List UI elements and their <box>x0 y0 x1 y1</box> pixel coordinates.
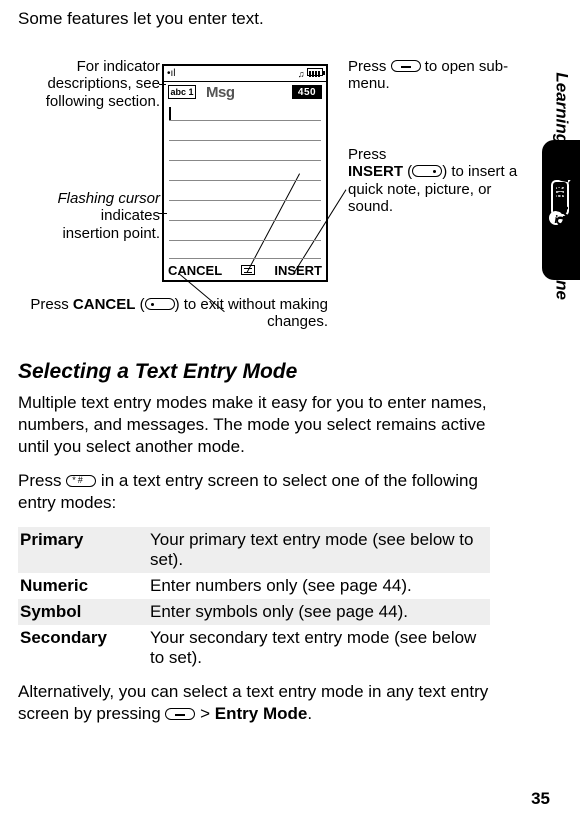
mode-desc: Enter symbols only (see page 44). <box>148 599 490 625</box>
table-row: Primary Your primary text entry mode (se… <box>18 527 490 573</box>
p2pre: Press <box>18 471 66 490</box>
phone-screen: abc 1 Msg 450 CANCEL INSERT <box>162 64 328 282</box>
mode-name: Numeric <box>18 573 148 599</box>
cancel-p1: ( <box>135 296 144 313</box>
cancel-p2: ) to exit without making changes. <box>175 296 328 330</box>
diagram: For indicator descriptions, see followin… <box>18 50 490 340</box>
mode-desc: Your primary text entry mode (see below … <box>148 527 490 573</box>
p3sep: > <box>195 704 214 723</box>
softkey-row: CANCEL INSERT <box>164 260 326 280</box>
entry-mode-table: Primary Your primary text entry mode (se… <box>18 527 490 671</box>
battery-icon <box>307 68 323 76</box>
softkey-left[interactable]: CANCEL <box>168 263 222 278</box>
insert-pre: Press <box>348 146 386 163</box>
section-heading: Selecting a Text Entry Mode <box>18 360 490 384</box>
side-section-label: Learning to Use Your Phone <box>552 72 572 300</box>
text-cursor <box>169 107 171 120</box>
vibrate-icon <box>298 69 305 79</box>
softkey-menu-icon[interactable] <box>241 265 255 275</box>
mode-name: Primary <box>18 527 148 573</box>
callout-open-submenu: Press to open sub-menu. <box>348 58 518 93</box>
table-row: Secondary Your secondary text entry mode… <box>18 625 490 671</box>
screen-title: Msg <box>196 84 292 101</box>
mode-desc: Enter numbers only (see page 44). <box>148 573 490 599</box>
cursor-italic: Flashing cursor <box>57 190 160 207</box>
right-softkey-icon <box>412 165 442 177</box>
entry-mode-menu-item: Entry Mode <box>215 704 308 723</box>
softkey-right[interactable]: INSERT <box>274 263 322 278</box>
insert-label: INSERT <box>348 163 403 180</box>
para-press-hash: Press in a text entry screen to select o… <box>18 470 490 514</box>
open-pre: Press <box>348 58 391 75</box>
char-count: 450 <box>292 85 322 99</box>
table-row: Numeric Enter numbers only (see page 44)… <box>18 573 490 599</box>
title-row: abc 1 Msg 450 <box>164 82 326 102</box>
status-bar <box>164 66 326 82</box>
page-number: 35 <box>531 789 550 809</box>
cancel-label: CANCEL <box>73 296 136 313</box>
signal-icon <box>167 68 176 79</box>
callout-insert: Press INSERT () to insert a quick note, … <box>348 146 518 215</box>
left-softkey-icon <box>145 298 175 310</box>
callout-indicators: For indicator descriptions, see followin… <box>40 58 160 110</box>
mode-name: Secondary <box>18 625 148 671</box>
callout-cursor: Flashing cursor indicates insertion poin… <box>40 190 160 242</box>
cursor-rest: indicates insertion point. <box>62 207 160 241</box>
entry-mode-indicator: abc 1 <box>168 85 196 99</box>
para-modes-intro: Multiple text entry modes make it easy f… <box>18 392 490 458</box>
table-row: Symbol Enter symbols only (see page 44). <box>18 599 490 625</box>
insert-p1: ( <box>403 163 412 180</box>
mode-desc: Your secondary text entry mode (see belo… <box>148 625 490 671</box>
intro-text: Some features let you enter text. <box>18 8 490 30</box>
mode-name: Symbol <box>18 599 148 625</box>
callout-cancel: Press CANCEL ( ) to exit without making c… <box>18 296 328 331</box>
menu-key-icon <box>391 60 421 72</box>
cancel-pre: Press <box>30 296 73 313</box>
hash-key-icon <box>66 475 96 487</box>
para-alternatively: Alternatively, you can select a text ent… <box>18 681 490 725</box>
menu-key-icon <box>165 708 195 720</box>
text-edit-area[interactable] <box>164 102 326 260</box>
p3end: . <box>307 704 312 723</box>
